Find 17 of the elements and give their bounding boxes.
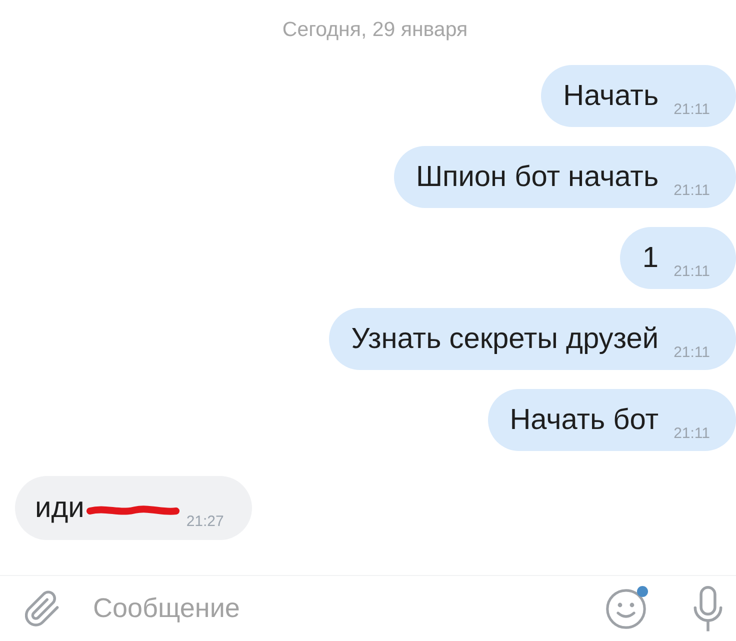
message-text: Начать бот xyxy=(510,404,659,436)
message-text: Шпион бот начать xyxy=(416,161,659,193)
message-text: Начать xyxy=(563,80,659,112)
message-text: иди xyxy=(35,492,84,524)
smiley-icon[interactable] xyxy=(606,588,646,628)
message-input[interactable]: Сообщение xyxy=(93,589,606,628)
microphone-icon[interactable] xyxy=(691,586,725,632)
date-label: Сегодня, 29 января xyxy=(282,19,468,41)
message-text: 1 xyxy=(642,242,659,274)
message-time: 21:11 xyxy=(674,102,710,118)
message-time: 21:11 xyxy=(674,426,710,442)
paperclip-icon[interactable] xyxy=(25,590,59,628)
message-time: 21:11 xyxy=(674,183,710,199)
message-time: 21:11 xyxy=(674,345,710,361)
message-time: 21:11 xyxy=(674,264,710,280)
message-text: Узнать секреты друзей xyxy=(351,323,659,355)
message-time: 21:27 xyxy=(186,514,224,530)
